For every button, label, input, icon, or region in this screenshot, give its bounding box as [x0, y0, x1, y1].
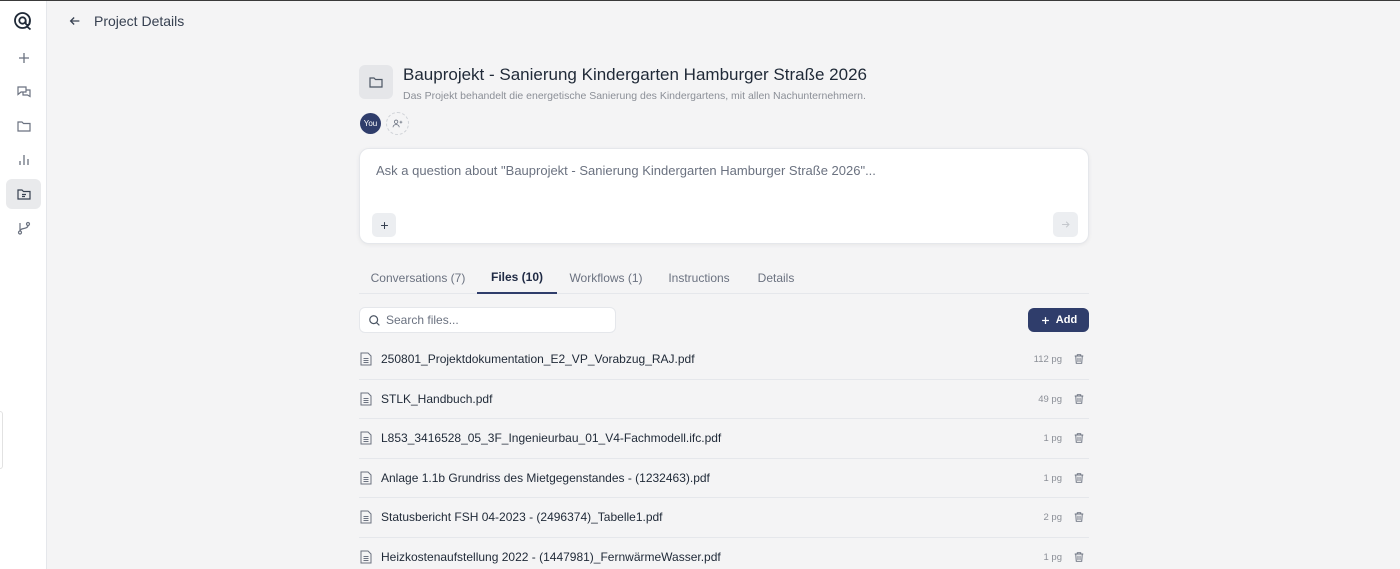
attach-button[interactable] [372, 213, 396, 237]
plus-icon [18, 53, 29, 63]
delete-file-button[interactable] [1070, 350, 1088, 368]
file-row[interactable]: STLK_Handbuch.pdf 49 pg [359, 380, 1089, 419]
back-button[interactable] [65, 11, 85, 31]
trash-icon [1074, 512, 1084, 522]
delete-file-button[interactable] [1070, 548, 1088, 566]
file-pages: 2 pg [1043, 512, 1063, 523]
add-button-label: Add [1055, 314, 1078, 326]
trash-icon [1074, 354, 1084, 364]
file-row[interactable]: Heizkostenaufstellung 2022 - (1447981)_F… [359, 538, 1089, 569]
tab-workflows[interactable]: Workflows (1) [557, 261, 655, 294]
file-pages: 1 pg [1043, 551, 1063, 563]
add-member-button[interactable] [386, 112, 409, 135]
file-pages: 1 pg [1043, 433, 1063, 444]
file-icon [360, 431, 372, 445]
file-list: 250801_Projektdokumentation_E2_VP_Vorabz… [359, 340, 1089, 569]
tab-conversations[interactable]: Conversations (7) [359, 261, 477, 294]
search-icon [369, 315, 380, 326]
workflow-branch-icon [17, 221, 30, 235]
file-name: Heizkostenaufstellung 2022 - (1447981)_F… [381, 549, 721, 564]
file-name: L853_3416528_05_3F_Ingenieurbau_01_V4-Fa… [381, 431, 722, 445]
search-input[interactable] [386, 312, 606, 328]
file-pages: 49 pg [1038, 393, 1062, 405]
delete-file-button[interactable] [1070, 390, 1088, 408]
file-icon [360, 510, 372, 524]
trash-icon [1074, 393, 1084, 404]
file-row[interactable]: Anlage 1.1b Grundriss des Mietgegenstand… [359, 459, 1089, 498]
file-icon [360, 550, 372, 563]
tab-instructions[interactable]: Instructions [655, 261, 743, 294]
project-tabs: Conversations (7) Files (10) Workflows (… [359, 261, 1089, 294]
file-name: Anlage 1.1b Grundriss des Mietgegenstand… [381, 470, 710, 485]
ask-box [359, 148, 1089, 244]
add-file-button[interactable]: Add [1028, 308, 1089, 332]
file-name: Statusbericht FSH 04-2023 - (2496374)_Ta… [381, 510, 663, 524]
project-folder-icon [359, 65, 393, 99]
trash-icon [1074, 433, 1084, 443]
delete-file-button[interactable] [1070, 429, 1088, 447]
send-button[interactable] [1053, 212, 1078, 237]
arrow-right-icon [1062, 221, 1070, 228]
tab-files[interactable]: Files (10) [477, 261, 557, 294]
sidebar-item-workflows[interactable] [6, 213, 41, 243]
plus-icon [380, 221, 388, 229]
sidebar-item-projects[interactable] [6, 179, 41, 209]
delete-file-button[interactable] [1070, 469, 1088, 487]
file-name: 250801_Projektdokumentation_E2_VP_Vorabz… [381, 352, 695, 366]
avatar[interactable]: You [360, 113, 381, 134]
page-title: Project Details [94, 13, 185, 29]
project-title: Bauprojekt - Sanierung Kindergarten Hamb… [403, 65, 867, 84]
folder-icon [16, 121, 31, 132]
user-plus-icon [392, 119, 403, 128]
file-search [359, 307, 616, 333]
file-pages: 1 pg [1043, 472, 1063, 484]
plus-icon [1041, 316, 1049, 324]
sidebar [0, 1, 47, 569]
file-row[interactable]: L853_3416528_05_3F_Ingenieurbau_01_V4-Fa… [359, 419, 1089, 459]
file-row[interactable]: Statusbericht FSH 04-2023 - (2496374)_Ta… [359, 498, 1089, 538]
top-bar: Project Details [47, 1, 1400, 41]
sidebar-item-analytics[interactable] [6, 145, 41, 175]
file-icon [360, 471, 372, 484]
ask-input[interactable] [376, 163, 1066, 178]
projects-folder-icon [16, 189, 31, 200]
file-row[interactable]: 250801_Projektdokumentation_E2_VP_Vorabz… [359, 340, 1089, 380]
sidebar-item-chats[interactable] [6, 77, 41, 107]
trash-icon [1074, 472, 1084, 483]
new-chat-button[interactable] [6, 43, 41, 73]
file-icon [360, 392, 372, 405]
file-icon [360, 352, 372, 366]
bar-chart-icon [18, 155, 29, 165]
delete-file-button[interactable] [1070, 508, 1088, 526]
tab-details[interactable]: Details [743, 261, 809, 294]
drawer-handle[interactable] [0, 411, 3, 469]
file-name: STLK_Handbuch.pdf [381, 391, 493, 406]
arrow-left-icon [69, 17, 80, 25]
chats-icon [16, 86, 31, 98]
app-logo-icon[interactable] [13, 11, 33, 31]
project-description: Das Projekt behandelt die energetische S… [403, 90, 866, 102]
trash-icon [1074, 551, 1084, 562]
sidebar-item-folders[interactable] [6, 111, 41, 141]
file-pages: 112 pg [1033, 354, 1062, 365]
